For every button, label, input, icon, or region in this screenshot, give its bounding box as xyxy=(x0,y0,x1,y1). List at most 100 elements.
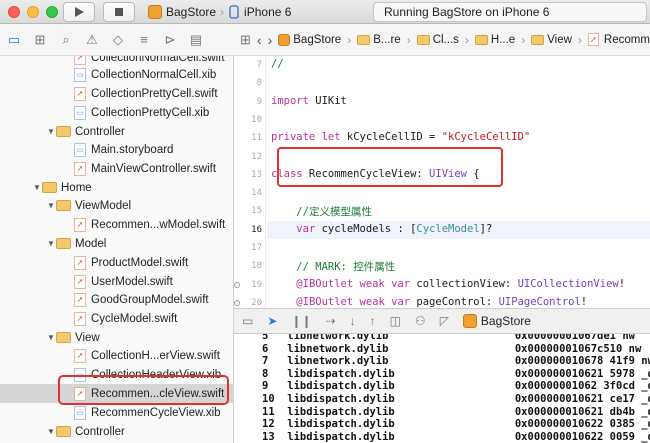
breadcrumb-item[interactable]: B...re xyxy=(357,34,401,46)
debug-target-label: BagStore xyxy=(480,314,531,328)
navigator-group[interactable]: ▼ Model xyxy=(0,234,233,253)
navigator-group[interactable]: ▼ ViewModel xyxy=(0,196,233,215)
navigator-item-label: Model xyxy=(75,237,107,250)
test-icon[interactable]: ◇ xyxy=(110,32,126,48)
code-line: private let kCycleCellID = "kCycleCellID… xyxy=(271,131,531,144)
breadcrumb-item[interactable]: ➚ Recomm xyxy=(587,33,650,46)
line-number: 14 xyxy=(251,188,262,199)
hide-debug-icon[interactable]: ▭ xyxy=(242,314,253,328)
xib-file-icon: ▭ xyxy=(74,142,86,157)
folder-icon xyxy=(56,200,71,211)
related-items-icon[interactable]: ⊞ xyxy=(240,32,251,48)
breadcrumb-item[interactable]: Cl...s xyxy=(416,33,459,46)
chevron-right-icon: › xyxy=(464,32,469,47)
scheme-device-label: iPhone 6 xyxy=(244,5,292,19)
folder-icon xyxy=(56,126,71,137)
breadcrumb-label: Cl...s xyxy=(432,33,459,46)
navigator-item-label: RecommenCycleView.xib xyxy=(91,406,221,419)
folder-icon xyxy=(357,34,371,45)
window-toolbar: BagStore › iPhone 6 Running BagStore on … xyxy=(0,0,650,24)
stop-button[interactable] xyxy=(103,2,135,22)
line-number: 11 xyxy=(251,133,262,144)
swift-file-icon: ➚ xyxy=(74,274,86,289)
location-icon[interactable]: ◸ xyxy=(440,314,449,328)
folder-icon[interactable]: ▭ xyxy=(6,32,22,48)
zoom-window-button[interactable] xyxy=(46,6,58,18)
navigator-file[interactable]: ▭ CollectionPrettyCell.xib xyxy=(0,103,233,122)
navigator-file[interactable]: ▭ Main.storyboard xyxy=(0,140,233,159)
navigator-item-label: ProductModel.swift xyxy=(91,256,189,269)
navigator-file[interactable]: ▭ CollectionNormalCell.xib xyxy=(0,65,233,84)
step-over-icon[interactable]: ⇢ xyxy=(326,314,336,328)
breadcrumb-item[interactable]: View xyxy=(531,34,572,46)
line-number: 12 xyxy=(251,151,262,162)
swift-file-icon: ➚ xyxy=(74,217,86,232)
navigator-item-label: UserModel.swift xyxy=(91,275,173,288)
scheme-selector[interactable]: BagStore › iPhone 6 xyxy=(148,2,291,22)
navigator-file[interactable]: ➚ CycleModel.swift xyxy=(0,309,233,328)
navigator-item-label: CollectionH...erView.swift xyxy=(91,349,220,362)
line-number: 18 xyxy=(251,261,262,272)
debug-console[interactable]: 5 libnetwork.dylib 0x00000001067de1 nw 6 … xyxy=(234,334,650,443)
scheme-app-label: BagStore xyxy=(166,5,217,19)
outlet-connection-icon[interactable] xyxy=(234,281,240,288)
breadcrumb-label: H...e xyxy=(490,33,516,46)
pause-icon[interactable]: ❙❙ xyxy=(291,314,311,328)
report-icon[interactable]: ▤ xyxy=(188,32,204,48)
code-line: var cycleModels : [CycleModel]? xyxy=(296,222,493,235)
disclosure-triangle-icon[interactable]: ▼ xyxy=(46,127,56,136)
xib-file-icon: ▭ xyxy=(74,67,86,82)
navigator-group[interactable]: ▼ Home xyxy=(0,178,233,197)
breakpoints-toggle-icon[interactable]: ➤ xyxy=(267,314,277,328)
navigator-group[interactable]: ▼ Controller xyxy=(0,122,233,141)
annotation-box xyxy=(277,147,503,187)
disclosure-triangle-icon[interactable]: ▼ xyxy=(46,427,56,436)
swift-file-icon: ➚ xyxy=(74,311,86,326)
view-debugger-icon[interactable]: ◫ xyxy=(390,314,401,328)
outlet-connection-icon[interactable] xyxy=(234,299,240,306)
console-line: 11 libdispatch.dylib 0x000000010621 db4b… xyxy=(262,405,650,418)
navigator-group[interactable]: ▼ Controller xyxy=(0,422,233,441)
debug-icon[interactable]: ≡ xyxy=(136,32,152,47)
line-number: 16 xyxy=(251,224,262,235)
navigator-group[interactable]: ▼ View xyxy=(0,328,233,347)
chevron-right-icon: › xyxy=(406,32,411,47)
navigator-file[interactable]: ➚ Recommen...wModel.swift xyxy=(0,215,233,234)
code-line: @IBOutlet weak var collectionView: UICol… xyxy=(296,277,626,290)
breadcrumb-label: Recomm xyxy=(603,33,650,46)
step-out-icon[interactable]: ↑ xyxy=(370,314,376,328)
disclosure-triangle-icon[interactable]: ▼ xyxy=(46,201,56,210)
disclosure-triangle-icon[interactable]: ▼ xyxy=(46,333,56,342)
navigator-file[interactable]: ➚ ProductModel.swift xyxy=(0,253,233,272)
step-into-icon[interactable]: ↓ xyxy=(350,314,356,328)
navigator-item-label: View xyxy=(75,331,100,344)
back-button[interactable]: ‹ xyxy=(257,32,262,48)
memory-graph-icon[interactable]: ⚇ xyxy=(415,314,426,328)
breadcrumb-item[interactable]: BagStore xyxy=(278,33,341,46)
navigator-item-label: Home xyxy=(61,181,92,194)
navigator-file[interactable]: ▭ RecommenCycleView.xib xyxy=(0,403,233,422)
folder-icon xyxy=(474,34,488,45)
minimize-window-button[interactable] xyxy=(27,6,39,18)
code-line: import UIKit xyxy=(271,94,347,107)
close-window-button[interactable] xyxy=(8,6,20,18)
run-button[interactable] xyxy=(63,2,95,22)
navigator-file[interactable]: ➚ UserModel.swift xyxy=(0,272,233,291)
disclosure-triangle-icon[interactable]: ▼ xyxy=(32,183,42,192)
navigator-file[interactable]: ➚ MainViewController.swift xyxy=(0,159,233,178)
breadcrumb-item[interactable]: H...e xyxy=(474,33,516,46)
breakpoint-icon[interactable]: ⊳ xyxy=(162,32,178,48)
navigator-file[interactable]: ➚ CollectionH...erView.swift xyxy=(0,346,233,365)
navigator-item-label: CollectionNormalCell.swift xyxy=(91,56,225,64)
warning-icon[interactable]: ⚠ xyxy=(84,32,100,48)
hierarchy-icon[interactable]: ⊞ xyxy=(32,32,48,48)
chevron-right-icon: › xyxy=(220,5,225,19)
console-line: 8 libdispatch.dylib 0x000000010621 5978 … xyxy=(262,367,650,380)
forward-button[interactable]: › xyxy=(268,32,273,48)
disclosure-triangle-icon[interactable]: ▼ xyxy=(46,239,56,248)
navigator-item-label: Main.storyboard xyxy=(91,143,174,156)
chevron-right-icon: › xyxy=(521,32,526,47)
navigator-file[interactable]: ➚ CollectionPrettyCell.swift xyxy=(0,84,233,103)
navigator-file[interactable]: ➚ GoodGroupModel.swift xyxy=(0,290,233,309)
search-icon[interactable]: ⌕ xyxy=(58,32,74,48)
